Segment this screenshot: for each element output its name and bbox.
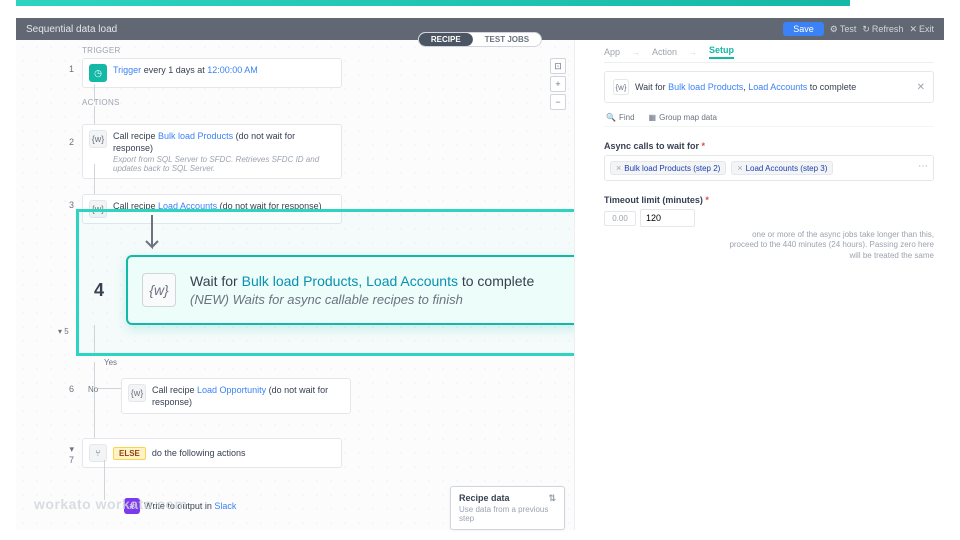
find-button[interactable]: 🔍Find xyxy=(606,113,635,122)
tab-action[interactable]: Action xyxy=(652,47,677,57)
save-button[interactable]: Save xyxy=(783,22,824,36)
async-calls-input[interactable]: ×Bulk load Products (step 2) ×Load Accou… xyxy=(604,155,934,181)
branch-yes-label: Yes xyxy=(104,358,117,367)
more-options-icon[interactable]: ⋯ xyxy=(918,161,928,175)
expand-icon: ⇅ xyxy=(548,493,556,504)
collapse-caret-icon[interactable]: ▾ 5 xyxy=(58,327,69,336)
step-number: 3 xyxy=(62,200,74,210)
timeout-min-display xyxy=(604,211,636,226)
close-icon: ✕ xyxy=(909,24,917,35)
step-number: ▾ 7 xyxy=(62,444,74,465)
map-icon: ▦ xyxy=(649,113,657,122)
remove-icon[interactable]: × xyxy=(616,163,621,173)
actions-section-label: ACTIONS xyxy=(82,98,120,107)
branch-no-label: No xyxy=(88,385,98,394)
clock-icon: ◷ xyxy=(89,64,107,82)
trigger-section-label: TRIGGER xyxy=(82,46,121,55)
timeout-label: Timeout limit (minutes) * xyxy=(604,195,934,205)
recipe-data-card[interactable]: Recipe data⇅ Use data from a previous st… xyxy=(450,486,565,530)
timeout-input[interactable] xyxy=(640,209,695,227)
async-calls-label: Async calls to wait for * xyxy=(604,141,934,151)
recipe-canvas: ⊡ + − TRIGGER 1 ◷ Trigger every 1 days a… xyxy=(16,40,575,530)
step-number: 1 xyxy=(62,64,74,74)
else-pill: ELSE xyxy=(113,447,146,460)
zoom-fit-button[interactable]: ⊡ xyxy=(550,58,566,74)
chip-load-accounts[interactable]: ×Load Accounts (step 3) xyxy=(731,161,833,175)
connector-arrow xyxy=(132,215,172,260)
zoom-out-button[interactable]: − xyxy=(550,94,566,110)
step-number: 6 xyxy=(62,384,74,394)
watermark: workato workato.com xyxy=(34,496,187,512)
step-number: 2 xyxy=(62,137,74,147)
step-call-bulk-load[interactable]: {w} Call recipe Bulk load Products (do n… xyxy=(82,124,342,179)
group-map-button[interactable]: ▦Group map data xyxy=(649,113,717,122)
gear-icon: ⚙ xyxy=(830,24,838,35)
step-call-load-opportunity[interactable]: {w} Call recipe Load Opportunity (do not… xyxy=(121,378,351,414)
step-call-load-accounts[interactable]: {w} Call recipe Load Accounts (do not wa… xyxy=(82,194,342,224)
step-number: 4 xyxy=(94,280,104,301)
config-panel: App → Action → Setup {w} Wait for Bulk l… xyxy=(594,40,944,530)
workato-icon: {w} xyxy=(613,79,629,95)
refresh-icon: ↻ xyxy=(862,24,870,35)
zoom-in-button[interactable]: + xyxy=(550,76,566,92)
step-wait-async[interactable]: {w} Wait for Bulk load Products, Load Ac… xyxy=(126,255,575,325)
tab-recipe[interactable]: RECIPE xyxy=(419,33,473,46)
workato-icon: {w} xyxy=(89,130,107,148)
page-title: Sequential data load xyxy=(26,24,117,35)
search-icon: 🔍 xyxy=(606,113,616,122)
tab-app[interactable]: App xyxy=(604,47,620,57)
tab-test-jobs[interactable]: TEST JOBS xyxy=(473,33,541,46)
exit-button[interactable]: ✕Exit xyxy=(909,24,934,35)
step-summary-card: {w} Wait for Bulk load Products, Load Ac… xyxy=(604,71,934,103)
timeout-help-text: one or more of the async jobs take longe… xyxy=(604,230,934,261)
remove-icon[interactable]: × xyxy=(737,163,742,173)
refresh-button[interactable]: ↻Refresh xyxy=(862,24,903,35)
workato-icon: {w} xyxy=(89,200,107,218)
arrow-icon: → xyxy=(632,48,640,57)
view-tabs: RECIPE TEST JOBS xyxy=(418,32,542,47)
workato-icon: {w} xyxy=(128,384,146,402)
chip-bulk-load[interactable]: ×Bulk load Products (step 2) xyxy=(610,161,726,175)
workato-icon: {w} xyxy=(142,273,176,307)
test-button[interactable]: ⚙Test xyxy=(830,24,857,35)
arrow-icon: → xyxy=(689,48,697,57)
tab-setup[interactable]: Setup xyxy=(709,45,734,59)
close-icon[interactable]: ✕ xyxy=(917,82,925,93)
step-trigger[interactable]: ◷ Trigger every 1 days at 12:00:00 AM xyxy=(82,58,342,88)
step-else[interactable]: ⑂ ELSE do the following actions xyxy=(82,438,342,468)
